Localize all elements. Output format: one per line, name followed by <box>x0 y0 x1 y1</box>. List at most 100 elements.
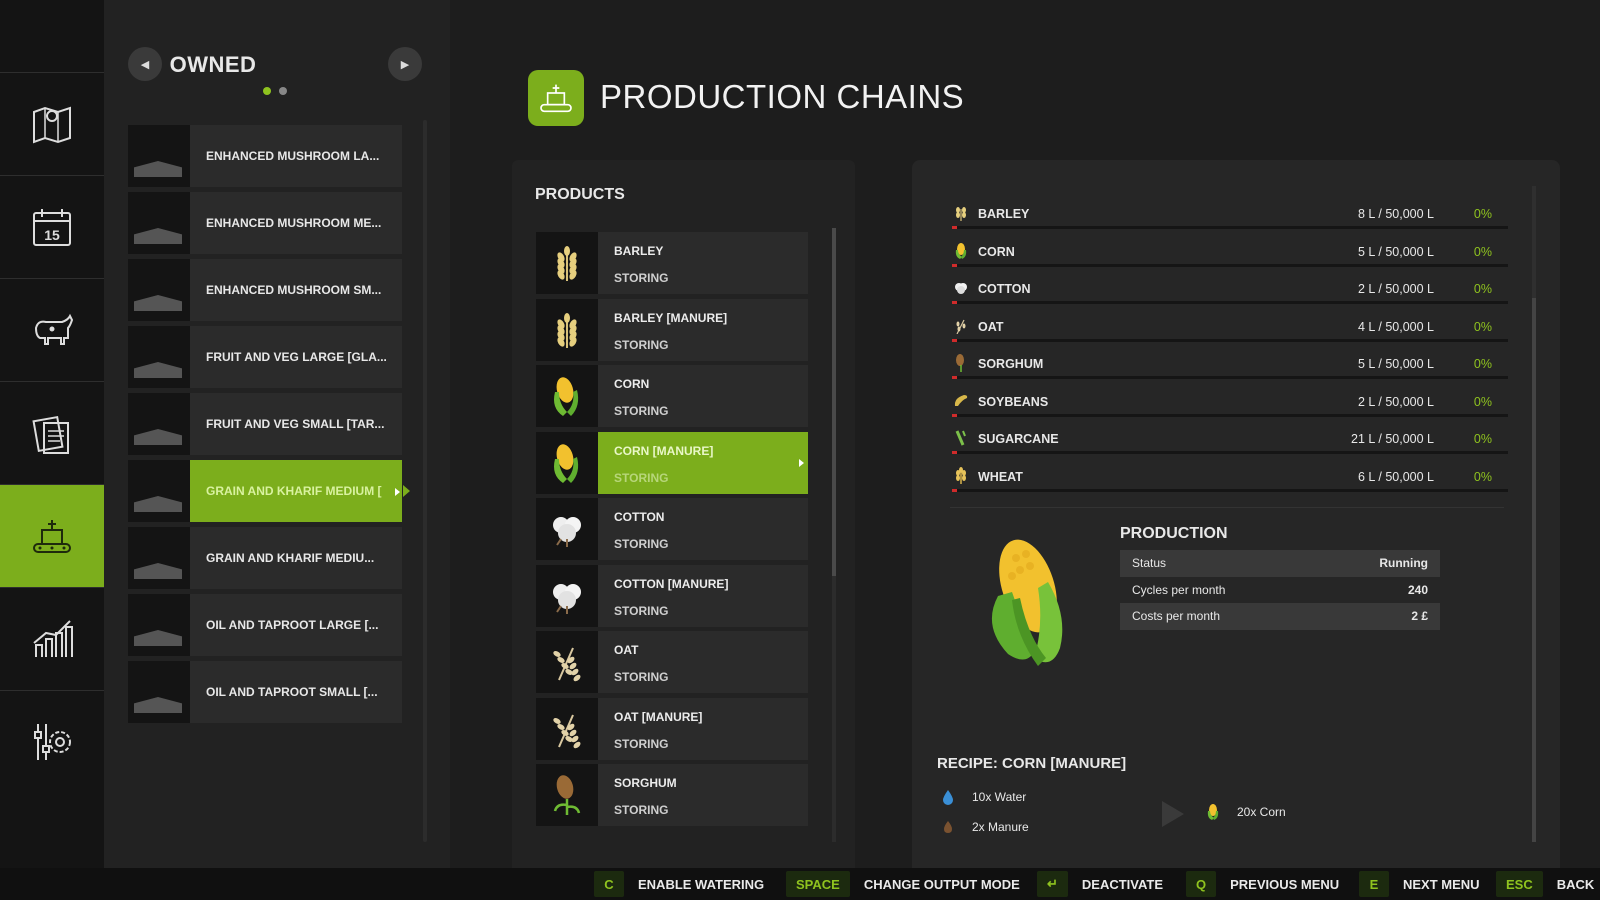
storage-fill-type: SUGARCANE <box>978 432 1059 446</box>
products-scroll-thumb[interactable] <box>832 228 836 576</box>
storage-row: SUGARCANE 21 L / 50,000 L 0% <box>950 425 1510 463</box>
owned-item-label: GRAIN AND KHARIF MEDIU... <box>190 527 402 589</box>
storage-row: OAT 4 L / 50,000 L 0% <box>950 313 1510 351</box>
main-nav: 15 <box>0 0 112 868</box>
storage-fill-type: OAT <box>978 319 1004 334</box>
product-item[interactable]: OAT [MANURE] STORING <box>536 697 808 760</box>
owned-item-label: ENHANCED MUSHROOM SM... <box>190 259 402 321</box>
nav-statistics[interactable] <box>0 587 104 690</box>
product-name: OAT <box>614 643 639 657</box>
cotton-icon <box>536 564 598 627</box>
hint-deactivate[interactable]: ↵ DEACTIVATE <box>1037 868 1163 900</box>
storage-percent: 0% <box>1473 432 1492 446</box>
products-scrollbar[interactable] <box>832 228 836 842</box>
chevron-right-icon <box>799 458 804 467</box>
product-body: BARLEY STORING <box>598 232 808 294</box>
detail-scroll-thumb[interactable] <box>1532 298 1536 842</box>
hint-previous-menu[interactable]: Q PREVIOUS MENU <box>1186 868 1339 900</box>
sorghum-icon <box>952 354 970 372</box>
storage-percent: 0% <box>1473 357 1492 371</box>
owned-production-item[interactable]: ENHANCED MUSHROOM ME... <box>128 192 402 254</box>
owned-item-label: ENHANCED MUSHROOM ME... <box>190 192 402 254</box>
production-icon <box>33 520 71 553</box>
storage-level-bar <box>952 413 1508 417</box>
owned-production-item[interactable]: OIL AND TAPROOT LARGE [... <box>128 594 402 656</box>
corn-icon <box>1205 804 1221 820</box>
products-title: PRODUCTS <box>535 186 625 203</box>
hint-enable-watering[interactable]: C ENABLE WATERING <box>594 868 764 900</box>
product-item[interactable]: OAT STORING <box>536 631 808 693</box>
storage-amount: 21 L / 50,000 L <box>1351 432 1434 446</box>
owned-production-item[interactable]: FRUIT AND VEG LARGE [GLA... <box>128 326 402 388</box>
product-item[interactable]: CORN STORING <box>536 365 808 427</box>
owned-title: OWNED <box>169 52 257 77</box>
nav-production[interactable] <box>0 484 112 587</box>
cow-icon <box>34 313 74 345</box>
storage-row: COTTON 2 L / 50,000 L 0% <box>950 275 1510 313</box>
product-item[interactable]: BARLEY STORING <box>536 232 808 294</box>
storage-level-fill <box>952 338 957 342</box>
greenhouse-icon <box>134 362 182 378</box>
hint-label: NEXT MENU <box>1403 876 1480 892</box>
recipe-input-label: 2x Manure <box>972 820 1029 834</box>
storage-level-fill <box>952 413 957 417</box>
product-item[interactable]: SORGHUM STORING <box>536 764 808 826</box>
greenhouse-icon <box>134 563 182 579</box>
hint-change-output-mode[interactable]: SPACE CHANGE OUTPUT MODE <box>786 868 1020 900</box>
production-stat-row: Status Running <box>1120 550 1440 577</box>
hint-next-menu[interactable]: E NEXT MENU <box>1359 868 1480 900</box>
product-body: COTTON STORING <box>598 498 808 560</box>
owned-production-item[interactable]: ENHANCED MUSHROOM SM... <box>128 259 402 321</box>
product-name: SORGHUM <box>614 776 677 790</box>
product-name: BARLEY <box>614 244 664 258</box>
owned-production-item[interactable]: FRUIT AND VEG SMALL [TAR... <box>128 393 402 455</box>
page-dot-2[interactable] <box>279 87 287 95</box>
storage-percent: 0% <box>1473 207 1492 221</box>
corn-icon <box>536 431 598 494</box>
oat-icon <box>536 697 598 760</box>
settings-icon <box>34 724 71 760</box>
storage-level-fill <box>952 376 957 379</box>
product-name: COTTON <box>614 510 665 524</box>
storage-level-bar <box>952 263 1508 267</box>
product-item[interactable]: COTTON STORING <box>536 498 808 560</box>
owned-next-button[interactable]: ▶ <box>388 47 422 81</box>
cotton-icon <box>952 279 970 297</box>
product-item[interactable]: COTTON [MANURE] STORING <box>536 564 808 627</box>
chevron-right-icon: ▶ <box>400 58 410 71</box>
owned-production-item[interactable]: ENHANCED MUSHROOM LA... <box>128 125 402 187</box>
barley-icon <box>536 298 598 361</box>
storage-divider <box>950 507 1504 508</box>
page-dot-1[interactable] <box>263 87 271 95</box>
nav-animals[interactable] <box>0 278 104 381</box>
nav-map[interactable] <box>0 72 104 175</box>
hint-back[interactable]: ESC BACK <box>1496 868 1594 900</box>
barley-icon <box>536 232 598 294</box>
nav-calendar[interactable]: 15 <box>0 175 104 278</box>
stat-label: Cycles per month <box>1132 582 1226 597</box>
corn-icon <box>536 365 598 427</box>
owned-production-item[interactable]: GRAIN AND KHARIF MEDIUM [ <box>128 460 410 522</box>
nav-contracts[interactable] <box>0 381 104 484</box>
storage-level-fill <box>952 451 957 454</box>
wheat-icon <box>952 466 970 485</box>
owned-production-item[interactable]: OIL AND TAPROOT SMALL [... <box>128 661 402 723</box>
product-body: OAT STORING <box>598 631 808 693</box>
detail-scrollbar[interactable] <box>1532 186 1536 842</box>
production-thumbnail <box>128 594 190 656</box>
greenhouse-icon <box>134 697 182 713</box>
production-thumbnail <box>128 192 190 254</box>
production-title: PRODUCTION <box>1120 525 1228 542</box>
stat-value: Running <box>1379 556 1428 571</box>
recipe-input-manure: 2x Manure <box>940 819 1029 835</box>
owned-production-item[interactable]: GRAIN AND KHARIF MEDIU... <box>128 527 402 589</box>
storage-fill-type: WHEAT <box>978 469 1023 484</box>
hint-label: DEACTIVATE <box>1081 876 1164 892</box>
greenhouse-icon <box>134 429 182 445</box>
owned-scrollbar[interactable] <box>423 120 427 842</box>
product-state: STORING <box>614 670 669 684</box>
product-item[interactable]: BARLEY [MANURE] STORING <box>536 298 808 361</box>
nav-settings[interactable] <box>0 690 104 793</box>
storage-row: WHEAT 6 L / 50,000 L 0% <box>950 463 1510 501</box>
product-item[interactable]: CORN [MANURE] STORING <box>536 431 808 494</box>
